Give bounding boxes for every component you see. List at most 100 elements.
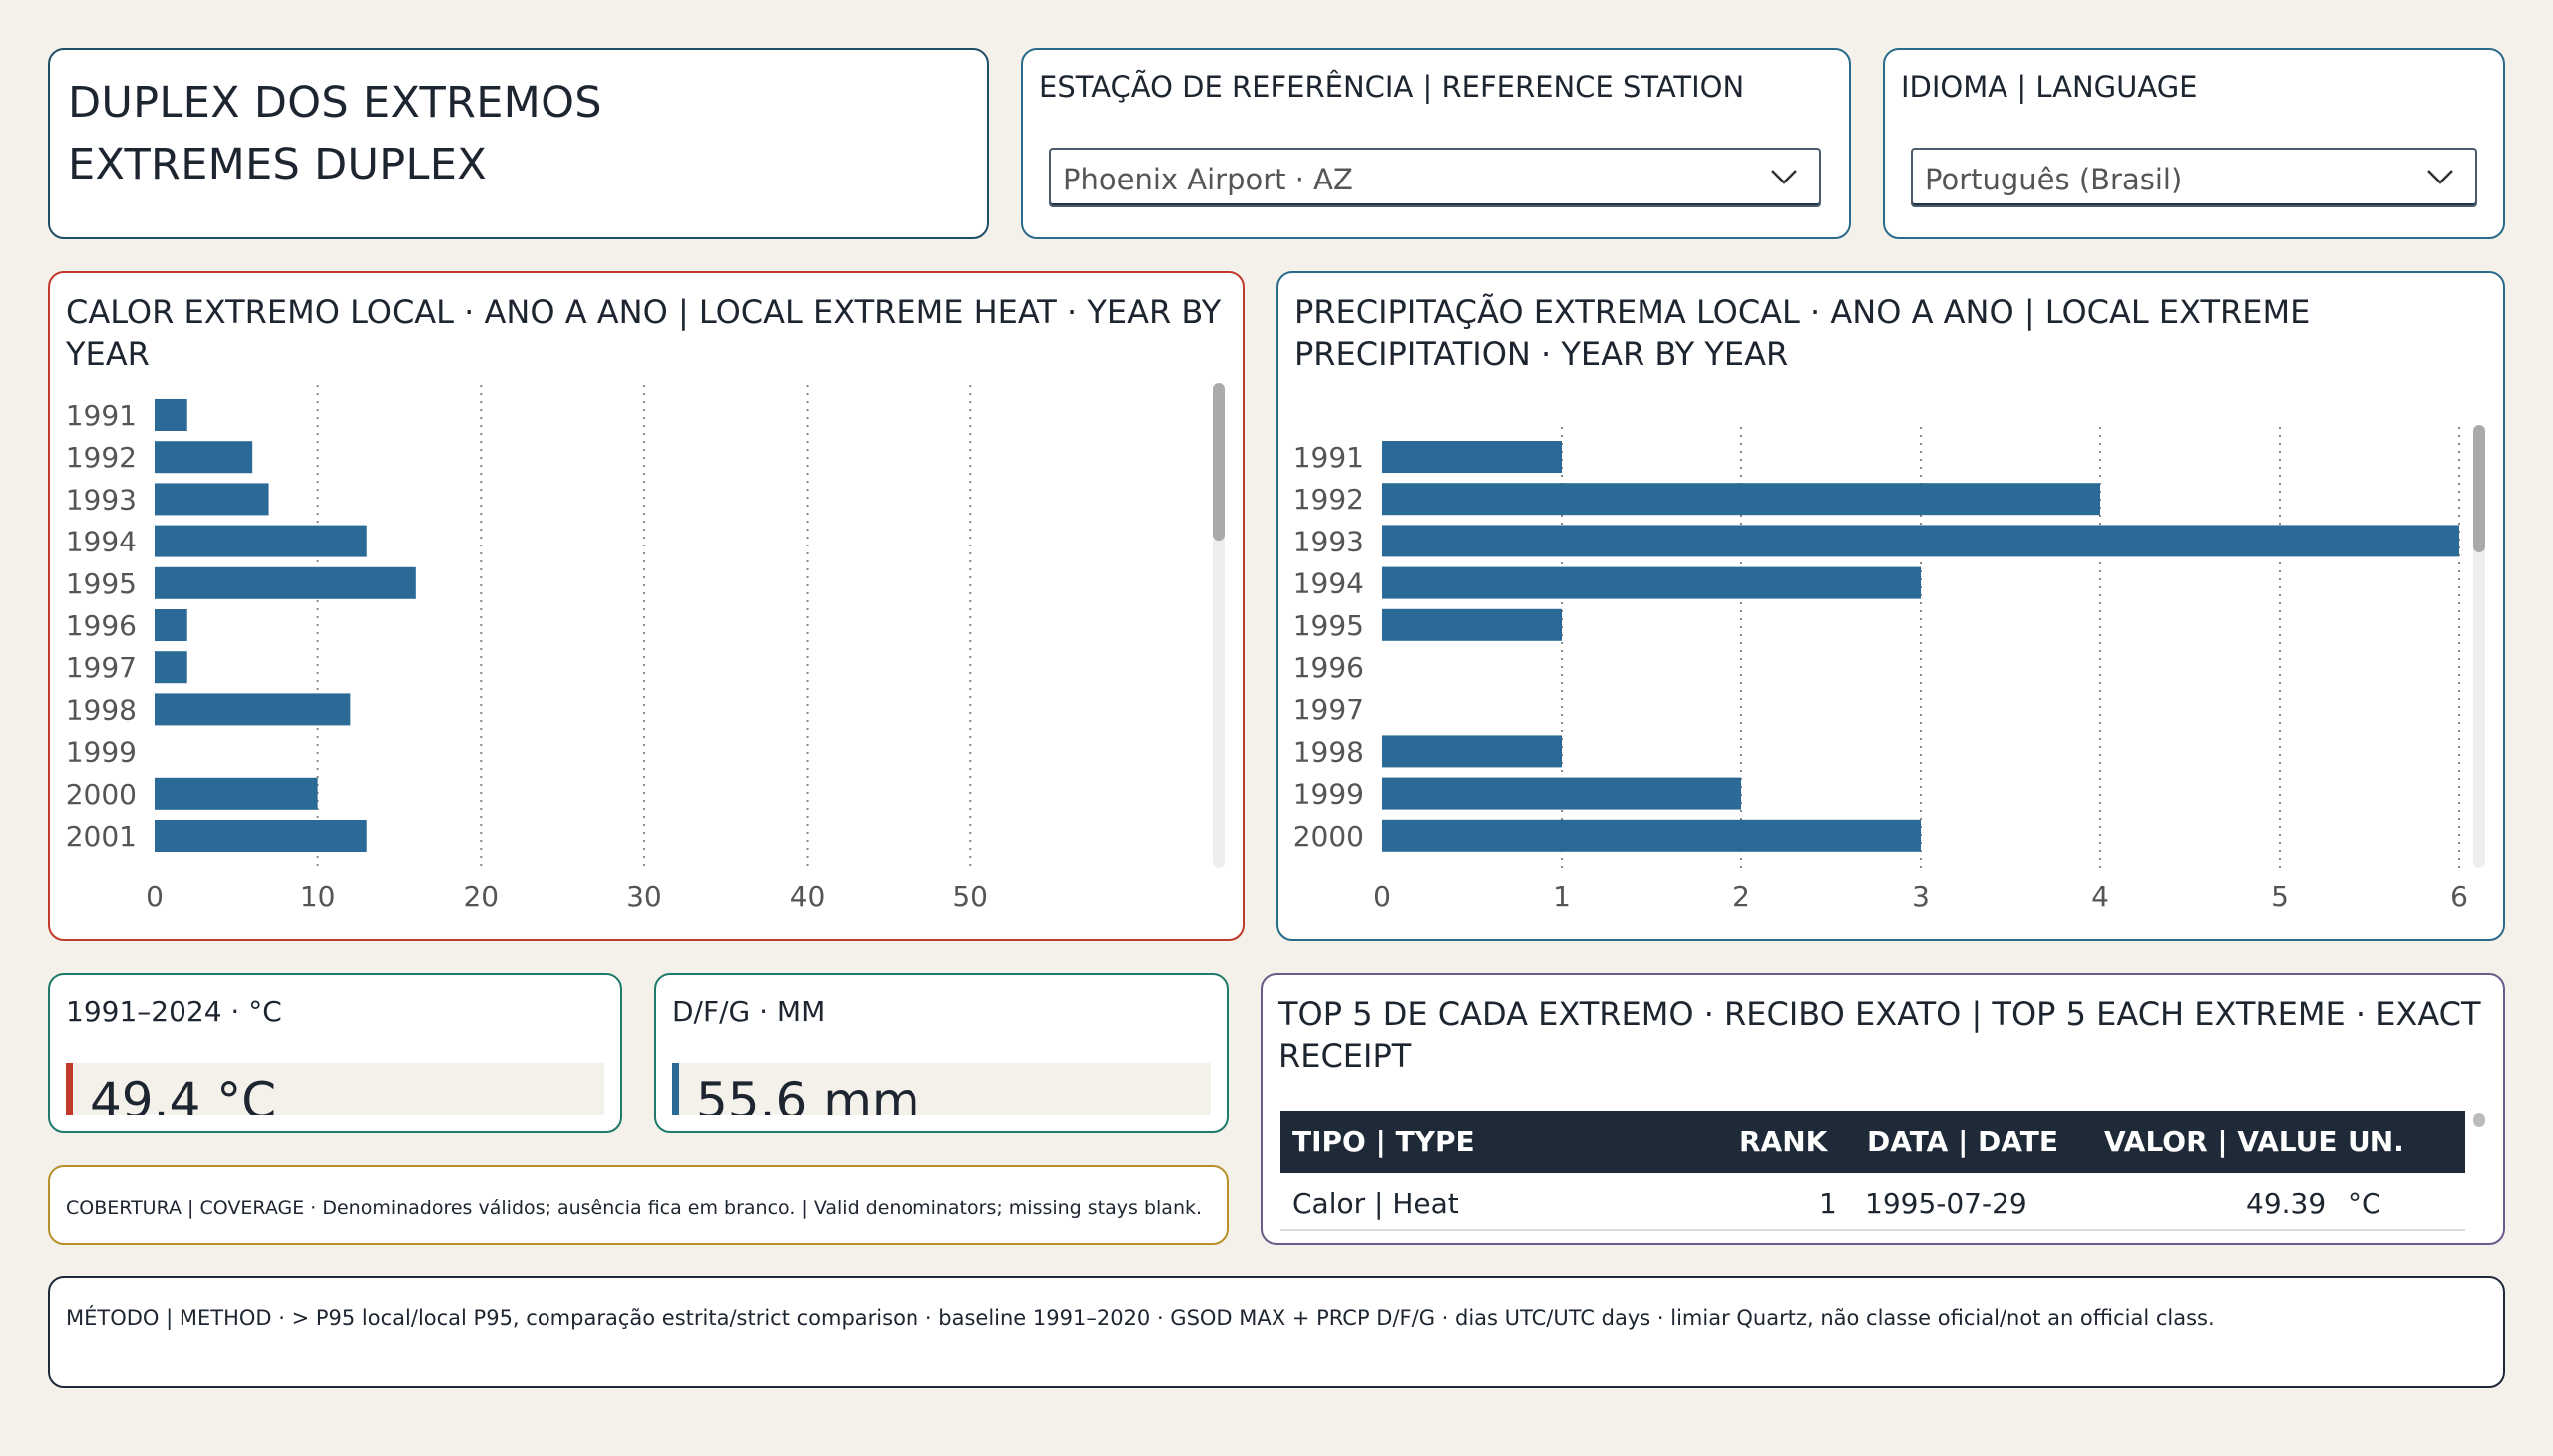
heat-bar[interactable] xyxy=(155,483,269,516)
page-title-line1: DUPLEX DOS EXTREMOS xyxy=(68,78,602,128)
heat-x-tick-label: 30 xyxy=(626,880,662,912)
top5-title-line1: TOP 5 DE CADA EXTREMO · RECIBO EXATO | T… xyxy=(1278,995,2481,1033)
station-value: Phoenix Airport · AZ xyxy=(1063,163,1353,196)
heat-kpi-box: 49.4 °C xyxy=(66,1063,604,1115)
heat-bar[interactable] xyxy=(155,777,318,810)
precip-bar-chart: 0 1 2 3 4 5 6 1991 1992 1993 1994 1995 1996 1997 1998 1… xyxy=(1293,427,2468,912)
column-header-type[interactable]: TIPO | TYPE xyxy=(1292,1125,1475,1158)
heat-bar[interactable] xyxy=(155,693,351,726)
precip-y-tick-label: 2000 xyxy=(1293,820,1364,853)
language-card: IDIOMA | LANGUAGE Português (Brasil) xyxy=(1883,48,2505,239)
heat-y-tick-label: 1995 xyxy=(66,567,137,600)
precip-x-tick-label: 1 xyxy=(1553,880,1571,912)
heat-x-tick-label: 10 xyxy=(300,880,336,912)
heat-y-tick-label: 1993 xyxy=(66,483,137,516)
language-label: IDIOMA | LANGUAGE xyxy=(1901,70,2198,104)
coverage-text: COBERTURA | COVERAGE · Denominadores vál… xyxy=(66,1197,1203,1219)
precip-chart-scroll-thumb[interactable] xyxy=(2473,425,2485,552)
heat-x-tick-label: 20 xyxy=(463,880,499,912)
table-header: TIPO | TYPE RANK DATA | DATE VALOR | VAL… xyxy=(1280,1111,2465,1173)
precip-y-tick-label: 1994 xyxy=(1293,567,1364,600)
precip-y-tick-label: 1996 xyxy=(1293,651,1364,684)
precip-bar[interactable] xyxy=(1382,566,1921,599)
heat-bar[interactable] xyxy=(155,566,416,599)
cell-unit: °C xyxy=(2348,1187,2381,1220)
precip-x-tick-label: 5 xyxy=(2271,880,2289,912)
heat-y-tick-label: 1994 xyxy=(66,526,137,558)
top5-title-line2: RECEIPT xyxy=(1278,1037,1412,1075)
language-dropdown[interactable]: Português (Brasil) xyxy=(1911,148,2477,207)
precip-y-tick-label: 1992 xyxy=(1293,483,1364,516)
heat-bar[interactable] xyxy=(155,651,187,684)
top5-title: TOP 5 DE CADA EXTREMO · RECIBO EXATO | T… xyxy=(1278,993,2481,1077)
precip-bar[interactable] xyxy=(1382,777,1741,810)
table-row[interactable]: Calor | Heat 1 1995-07-29 49.39 °C xyxy=(1280,1173,2465,1231)
heat-kpi-value: 49.4 °C xyxy=(90,1072,277,1115)
precip-bar[interactable] xyxy=(1382,441,1562,473)
precip-bar[interactable] xyxy=(1382,735,1562,768)
precip-kpi-label: D/F/G · MM xyxy=(672,995,826,1028)
heat-kpi-card: 1991–2024 · °C 49.4 °C xyxy=(48,973,622,1133)
precip-y-tick-label: 1999 xyxy=(1293,778,1364,811)
heat-kpi-accent xyxy=(66,1063,73,1115)
precip-x-tick-label: 4 xyxy=(2091,880,2109,912)
station-label: ESTAÇÃO DE REFERÊNCIA | REFERENCE STATIO… xyxy=(1039,70,1745,104)
station-card: ESTAÇÃO DE REFERÊNCIA | REFERENCE STATIO… xyxy=(1021,48,1851,239)
precip-bar[interactable] xyxy=(1382,483,2100,516)
column-header-rank[interactable]: RANK xyxy=(1739,1125,1827,1158)
title-card: DUPLEX DOS EXTREMOS EXTREMES DUPLEX xyxy=(48,48,989,239)
cell-value: 49.39 xyxy=(2246,1187,2327,1220)
column-header-date[interactable]: DATA | DATE xyxy=(1867,1125,2058,1158)
method-note: MÉTODO | METHOD · > P95 local/local P95,… xyxy=(48,1276,2505,1388)
heat-x-tick-label: 50 xyxy=(952,880,988,912)
precip-bar[interactable] xyxy=(1382,819,1921,852)
heat-bar[interactable] xyxy=(155,820,367,852)
precip-chart-card: PRECIPITAÇÃO EXTREMA LOCAL · ANO A ANO |… xyxy=(1276,271,2505,941)
heat-bar-chart: 0 10 20 30 40 50 1991 1992 1993 1994 1995 1996 1997 1… xyxy=(66,385,988,912)
heat-y-tick-label: 1998 xyxy=(66,693,137,726)
precip-y-tick-label: 1993 xyxy=(1293,525,1364,557)
cell-rank: 1 xyxy=(1819,1187,1837,1220)
heat-x-tick-label: 40 xyxy=(790,880,826,912)
heat-y-tick-label: 1999 xyxy=(66,736,137,769)
heat-chart-scroll-thumb[interactable] xyxy=(1213,383,1225,541)
precip-chart-scrollbar[interactable] xyxy=(2473,425,2485,868)
precip-kpi-accent xyxy=(672,1063,679,1115)
page-title-line2: EXTREMES DUPLEX xyxy=(68,140,488,189)
precip-kpi-value: 55.6 mm xyxy=(696,1072,920,1115)
heat-y-tick-label: 1992 xyxy=(66,441,137,474)
column-header-unit[interactable]: UN. xyxy=(2348,1125,2404,1158)
precip-bar[interactable] xyxy=(1382,525,2459,557)
chevron-down-icon xyxy=(2427,170,2453,184)
top5-card: TOP 5 DE CADA EXTREMO · RECIBO EXATO | T… xyxy=(1261,973,2505,1245)
heat-bar[interactable] xyxy=(155,525,367,557)
heat-y-tick-label: 2000 xyxy=(66,778,137,811)
precip-x-tick-label: 0 xyxy=(1373,880,1391,912)
precip-y-tick-label: 1991 xyxy=(1293,441,1364,474)
language-value: Português (Brasil) xyxy=(1925,163,2183,196)
precip-y-tick-label: 1997 xyxy=(1293,693,1364,726)
heat-y-tick-label: 1996 xyxy=(66,609,137,642)
precip-x-tick-label: 3 xyxy=(1912,880,1930,912)
cell-date: 1995-07-29 xyxy=(1865,1187,2027,1220)
heat-bar[interactable] xyxy=(155,609,187,641)
heat-bar[interactable] xyxy=(155,441,253,474)
chevron-down-icon xyxy=(1771,170,1797,184)
precip-bar[interactable] xyxy=(1382,608,1562,641)
precip-kpi-card: D/F/G · MM 55.6 mm xyxy=(654,973,1229,1133)
precip-x-tick-label: 6 xyxy=(2450,880,2468,912)
cell-type: Calor | Heat xyxy=(1292,1187,1459,1220)
table-scrollbar[interactable] xyxy=(2473,1113,2485,1127)
method-text: MÉTODO | METHOD · > P95 local/local P95,… xyxy=(66,1306,2215,1330)
heat-bar[interactable] xyxy=(155,399,187,431)
top5-table: TIPO | TYPE RANK DATA | DATE VALOR | VAL… xyxy=(1280,1111,2465,1231)
page-title: DUPLEX DOS EXTREMOS EXTREMES DUPLEX xyxy=(68,72,602,195)
station-dropdown[interactable]: Phoenix Airport · AZ xyxy=(1049,148,1821,207)
coverage-note: COBERTURA | COVERAGE · Denominadores vál… xyxy=(48,1165,1229,1245)
heat-chart-scrollbar[interactable] xyxy=(1213,383,1225,868)
heat-x-tick-label: 0 xyxy=(146,880,164,912)
heat-y-tick-label: 1991 xyxy=(66,399,137,432)
column-header-value[interactable]: VALOR | VALUE xyxy=(2104,1125,2338,1158)
heat-kpi-label: 1991–2024 · °C xyxy=(66,995,282,1028)
heat-y-tick-label: 2001 xyxy=(66,820,137,853)
